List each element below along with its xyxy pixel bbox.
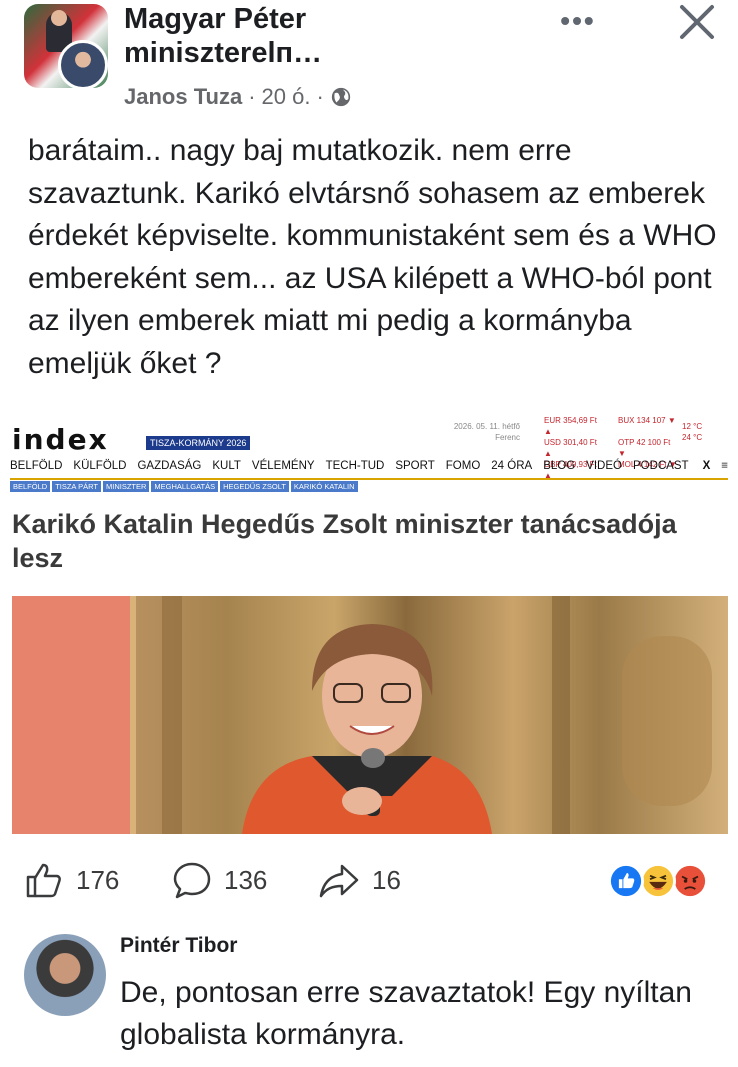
like-reaction-icon xyxy=(608,863,644,899)
nav-item: VÉLEMÉNY xyxy=(251,460,315,472)
nav-item: KÜLFÖLD xyxy=(73,460,127,472)
comment-bubble-icon xyxy=(173,862,211,899)
nav-x-icon: X xyxy=(702,460,711,472)
share-arrow-icon xyxy=(319,864,359,898)
post-header: Magyar Péter miniszterelп… Janos Tuza · … xyxy=(0,0,738,120)
index-nav: BELFÖLD KÜLFÖLD GAZDASÁG KULT VÉLEMÉNY T… xyxy=(10,460,728,472)
reaction-summary[interactable] xyxy=(608,863,712,899)
index-badge: TISZA-KORMÁNY 2026 xyxy=(146,436,251,450)
angry-reaction-icon xyxy=(672,863,708,899)
article-tag: MEGHALLGATÁS xyxy=(151,481,219,492)
index-logo: index xyxy=(12,423,109,456)
comment-text: De, pontosan erre szavaztatok! Egy nyílt… xyxy=(120,976,692,1051)
post-time[interactable]: 20 ó. xyxy=(262,84,311,110)
nav-item: BELFÖLD xyxy=(10,460,63,472)
post-text: barátaim.. nagy baj mutatkozik. nem erre… xyxy=(28,134,717,380)
like-count: 176 xyxy=(76,864,120,895)
more-options-button[interactable]: ••• xyxy=(552,6,604,36)
nav-item: FOMO xyxy=(445,460,481,472)
close-icon[interactable] xyxy=(676,4,720,40)
article-tag: MINISZTER xyxy=(102,481,150,492)
nav-item: KULT xyxy=(212,460,241,472)
nav-item: VIDEÓ xyxy=(586,460,622,472)
article-photo xyxy=(12,596,728,834)
byline-separator: · xyxy=(316,84,324,109)
shared-article-image[interactable]: index TISZA-KORMÁNY 2026 2026. 05. 11. h… xyxy=(0,405,738,835)
nav-divider xyxy=(10,478,728,480)
haha-reaction-icon xyxy=(640,863,676,899)
commenter-avatar[interactable] xyxy=(24,934,106,1016)
byline-separator: · xyxy=(248,84,256,109)
page-avatar[interactable] xyxy=(24,4,108,90)
comment-button[interactable]: 136 xyxy=(172,855,267,905)
article-headline: Karikó Katalin Hegedűs Zsolt miniszter t… xyxy=(12,509,677,573)
commenter-name[interactable]: Pintér Tibor xyxy=(120,934,237,958)
article-tag: KARIKÓ KATALIN xyxy=(290,481,358,492)
index-date: 2026. 05. 11. hétfő Ferenc xyxy=(453,422,520,442)
share-button[interactable]: 16 xyxy=(318,855,401,905)
nav-item: SPORT xyxy=(395,460,435,472)
globe-icon xyxy=(331,87,350,107)
thumbs-up-icon xyxy=(26,863,61,898)
page-name[interactable]: Magyar Péter miniszterelп… xyxy=(124,2,544,70)
speaker-illustration xyxy=(12,596,712,834)
weather-widget: 12 °C 24 °C xyxy=(682,422,703,442)
reactions-bar: 176 136 16 xyxy=(0,855,738,911)
like-button[interactable]: 176 xyxy=(24,855,119,905)
author-name[interactable]: Janos Tuza xyxy=(124,84,242,110)
nav-menu-icon: ≡ xyxy=(721,460,728,472)
nav-item: TECH-TUD xyxy=(325,460,385,472)
comment-count: 136 xyxy=(224,864,268,895)
author-profile-picture xyxy=(58,40,108,90)
post-byline: Janos Tuza · 20 ó. · xyxy=(124,84,352,110)
article-tags: BELFÖLD TISZA PÁRT MINISZTER MEGHALLGATÁ… xyxy=(10,481,358,492)
article-tag: TISZA PÁRT xyxy=(52,481,101,492)
share-count: 16 xyxy=(372,864,401,895)
nav-item: 24 ÓRA xyxy=(491,460,533,472)
nav-item: BLOG xyxy=(543,460,576,472)
nav-item: PODCAST xyxy=(632,460,689,472)
article-tag: HEGEDŰS ZSOLT xyxy=(220,481,289,492)
article-tag: BELFÖLD xyxy=(10,481,51,492)
nav-item: GAZDASÁG xyxy=(137,460,202,472)
